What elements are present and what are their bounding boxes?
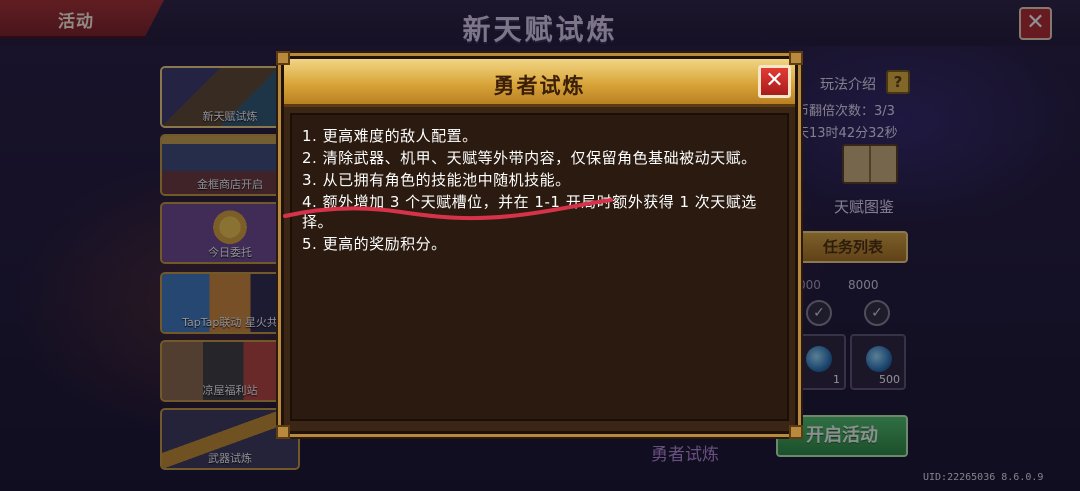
- frame-corner: [789, 51, 803, 65]
- rule-item: 2. 清除武器、机甲、天赋等外带内容，仅保留角色基础被动天赋。: [302, 149, 757, 167]
- frame-corner: [276, 51, 290, 65]
- rules-dialog: 勇者试炼 ✕ 1. 更高难度的敌人配置。 2. 清除武器、机甲、天赋等外带内容，…: [276, 51, 803, 439]
- rule-item: 1. 更高难度的敌人配置。: [302, 127, 478, 145]
- rule-item: 5. 更高的奖励积分。: [302, 235, 447, 253]
- frame-corner: [276, 425, 290, 439]
- dialog-header: 勇者试炼 ✕: [284, 59, 795, 107]
- frame-corner: [789, 425, 803, 439]
- dialog-close-button[interactable]: ✕: [758, 65, 791, 98]
- dialog-title: 勇者试炼: [493, 74, 586, 98]
- rule-item: 3. 从已拥有角色的技能池中随机技能。: [302, 171, 571, 189]
- dialog-body: 1. 更高难度的敌人配置。 2. 清除武器、机甲、天赋等外带内容，仅保留角色基础…: [290, 113, 789, 421]
- annotation-stroke: [283, 198, 613, 221]
